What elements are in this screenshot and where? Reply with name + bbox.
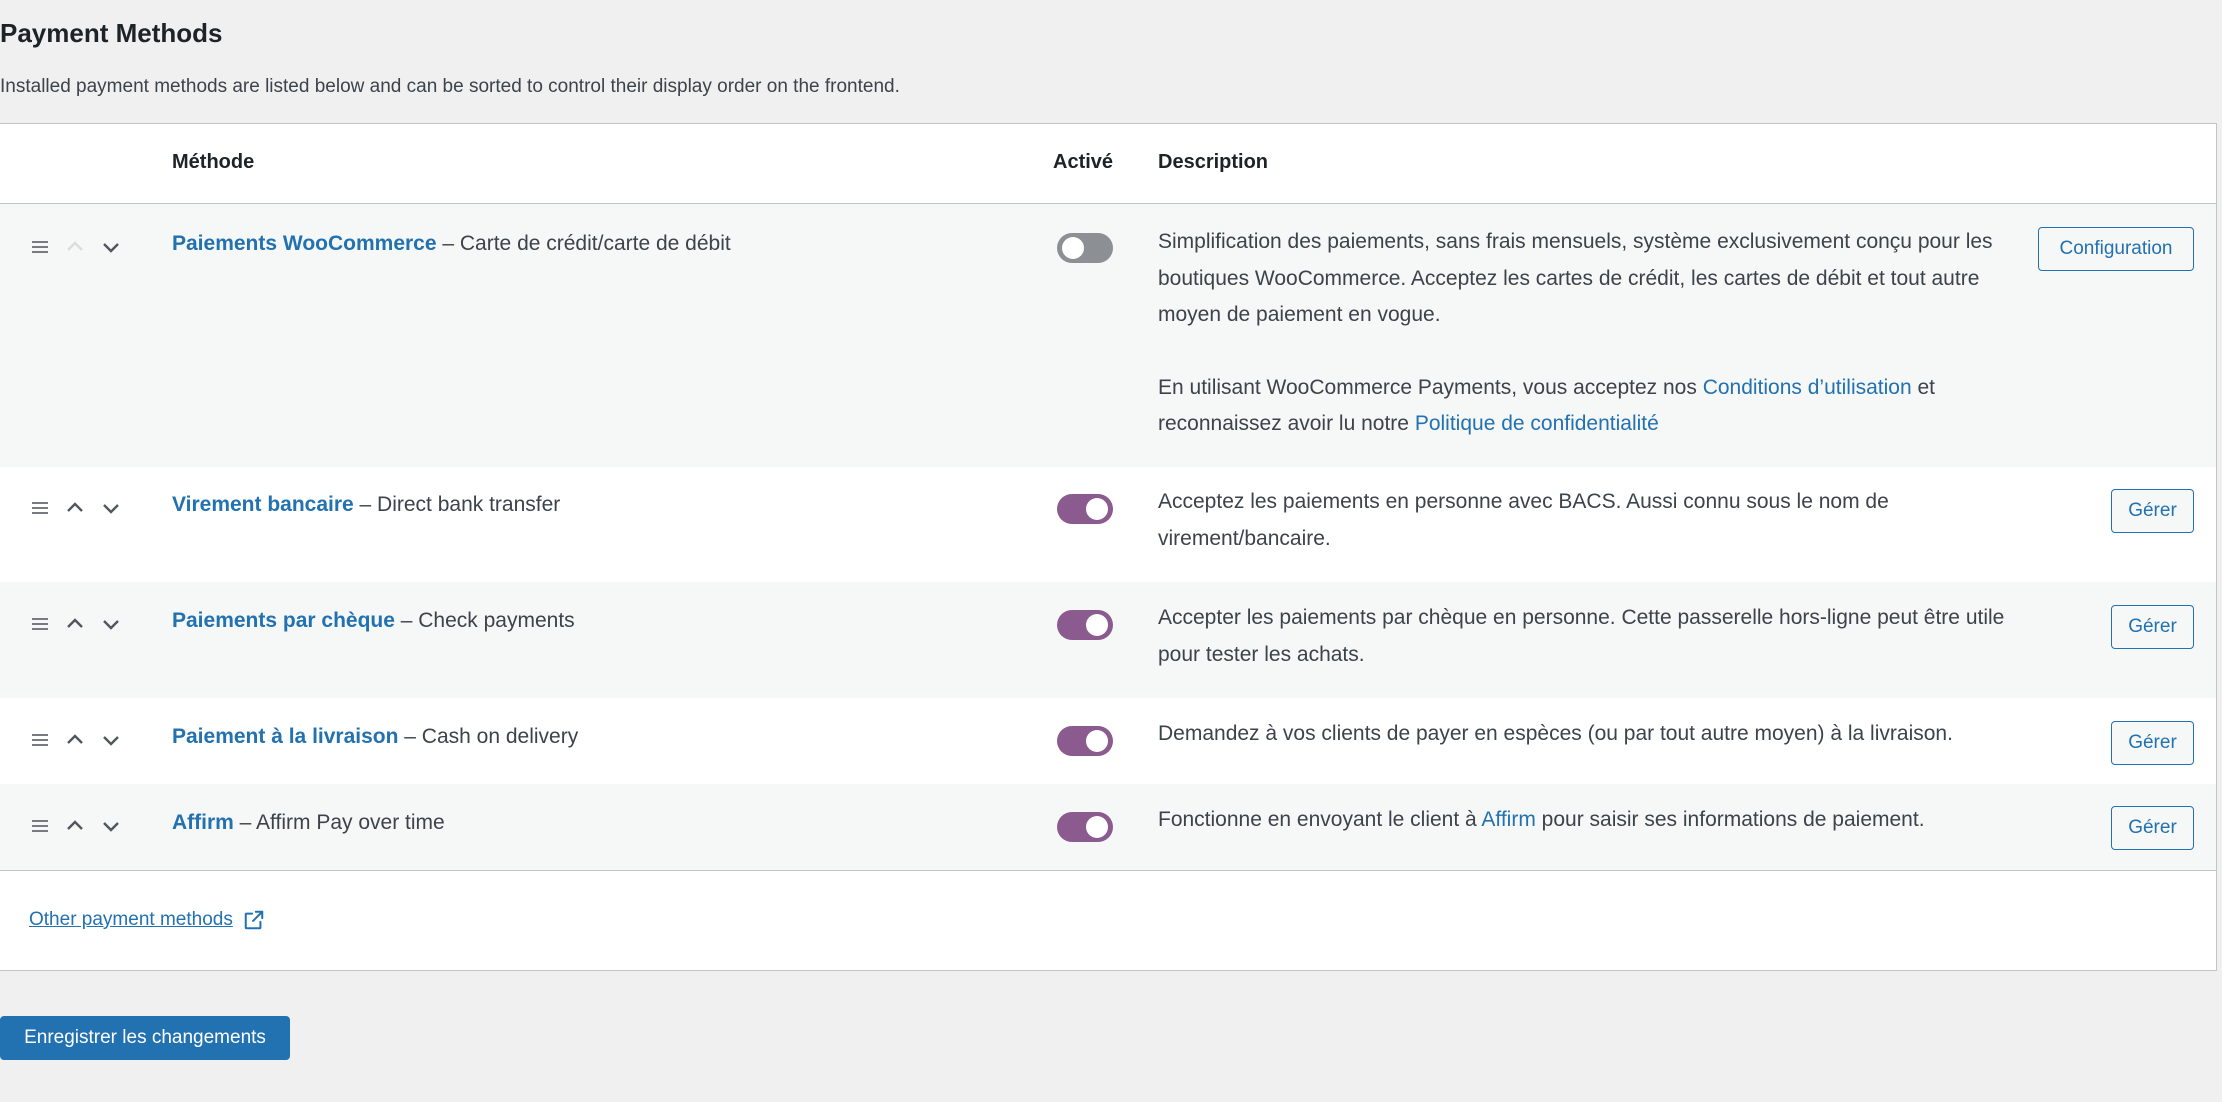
method-name-link[interactable]: Paiement à la livraison [172,725,398,748]
sort-controls [28,496,128,520]
method-description: Accepter les paiements par chèque en per… [1158,606,2005,666]
terms-text: En utilisant WooCommerce Payments, vous … [1158,370,2008,443]
terms-prefix: En utilisant WooCommerce Payments, vous … [1158,375,1703,399]
manage-button[interactable]: Gérer [2111,806,2194,850]
method-subtitle: – Direct bank transfer [353,493,561,516]
enabled-toggle[interactable] [1057,812,1113,842]
manage-button[interactable]: Gérer [2111,721,2194,765]
method-name-link[interactable]: Paiements WooCommerce [172,232,437,255]
chevron-down-icon[interactable] [99,728,123,752]
sort-controls [28,612,128,636]
manage-button[interactable]: Gérer [2111,489,2194,533]
sort-controls [28,235,128,259]
method-description: Fonctionne en envoyant le client à Affir… [1158,802,2038,839]
page-description: Installed payment methods are listed bel… [0,76,900,97]
chevron-down-icon[interactable] [99,612,123,636]
chevron-up-icon[interactable] [63,235,87,259]
enabled-toggle[interactable] [1057,726,1113,756]
affirm-desc-suffix: pour saisir ses informations de paiement… [1535,808,1925,831]
sort-controls [28,814,128,838]
privacy-link[interactable]: Politique de confidentialité [1415,412,1659,435]
toggle-knob [1086,816,1108,838]
table-row: Virement bancaire – Direct bank transfer… [0,467,2216,582]
drag-handle-icon[interactable] [32,618,48,630]
method-name-cell: Paiement à la livraison – Cash on delive… [172,725,578,749]
drag-handle-icon[interactable] [32,820,48,832]
manage-button[interactable]: Gérer [2111,605,2194,649]
chevron-up-icon[interactable] [63,612,87,636]
method-description: Demandez à vos clients de payer en espèc… [1158,722,1953,745]
method-name-cell: Virement bancaire – Direct bank transfer [172,493,560,517]
method-name-link[interactable]: Paiements par chèque [172,609,395,632]
header-enabled: Activé [1053,151,1114,173]
chevron-down-icon[interactable] [99,496,123,520]
configuration-button[interactable]: Configuration [2038,227,2194,271]
table-row: Paiements par chèque – Check payments Ac… [0,582,2216,698]
method-description: Simplification des paiements, sans frais… [1158,224,2008,443]
affirm-desc-prefix: Fonctionne en envoyant le client à [1158,808,1482,831]
terms-link[interactable]: Conditions d’utilisation [1703,376,1912,399]
table-row: Paiements WooCommerce – Carte de crédit/… [0,204,2216,467]
method-name-link[interactable]: Affirm [172,811,234,834]
chevron-up-icon[interactable] [63,814,87,838]
payment-methods-table: Méthode Activé Description Paiements Woo… [0,123,2217,971]
toggle-knob [1062,237,1084,259]
other-payment-methods-label: Other payment methods [29,909,233,930]
table-row: Paiement à la livraison – Cash on delive… [0,698,2216,784]
chevron-down-icon[interactable] [99,235,123,259]
toggle-knob [1086,498,1108,520]
method-name-cell: Paiements WooCommerce – Carte de crédit/… [172,232,731,256]
sort-controls [28,728,128,752]
toggle-knob [1086,730,1108,752]
drag-handle-icon[interactable] [32,502,48,514]
enabled-toggle[interactable] [1057,494,1113,524]
drag-handle-icon[interactable] [32,734,48,746]
method-subtitle: – Affirm Pay over time [233,811,445,834]
method-subtitle: – Cash on delivery [398,725,579,748]
chevron-down-icon[interactable] [99,814,123,838]
table-row: Affirm – Affirm Pay over time Fonctionne… [0,784,2216,871]
header-description: Description [1158,151,1269,173]
page-title: Payment Methods [0,18,223,48]
method-subtitle: – Check payments [394,609,575,632]
external-link-icon [244,910,264,930]
chevron-up-icon[interactable] [63,496,87,520]
affirm-link[interactable]: Affirm [1481,808,1535,831]
method-description: Acceptez les paiements en personne avec … [1158,490,1889,550]
table-header: Méthode Activé Description [0,124,2216,204]
header-method: Méthode [172,151,255,173]
enabled-toggle[interactable] [1057,610,1113,640]
toggle-knob [1086,614,1108,636]
method-name-cell: Paiements par chèque – Check payments [172,609,575,633]
other-payment-methods-link[interactable]: Other payment methods [29,909,265,931]
method-name-cell: Affirm – Affirm Pay over time [172,811,445,835]
chevron-up-icon[interactable] [63,728,87,752]
description-text: Simplification des paiements, sans frais… [1158,230,1993,326]
method-name-link[interactable]: Virement bancaire [172,493,354,516]
enabled-toggle[interactable] [1057,233,1113,263]
drag-handle-icon[interactable] [32,241,48,253]
save-changes-button[interactable]: Enregistrer les changements [0,1016,290,1060]
method-subtitle: – Carte de crédit/carte de débit [436,232,731,255]
